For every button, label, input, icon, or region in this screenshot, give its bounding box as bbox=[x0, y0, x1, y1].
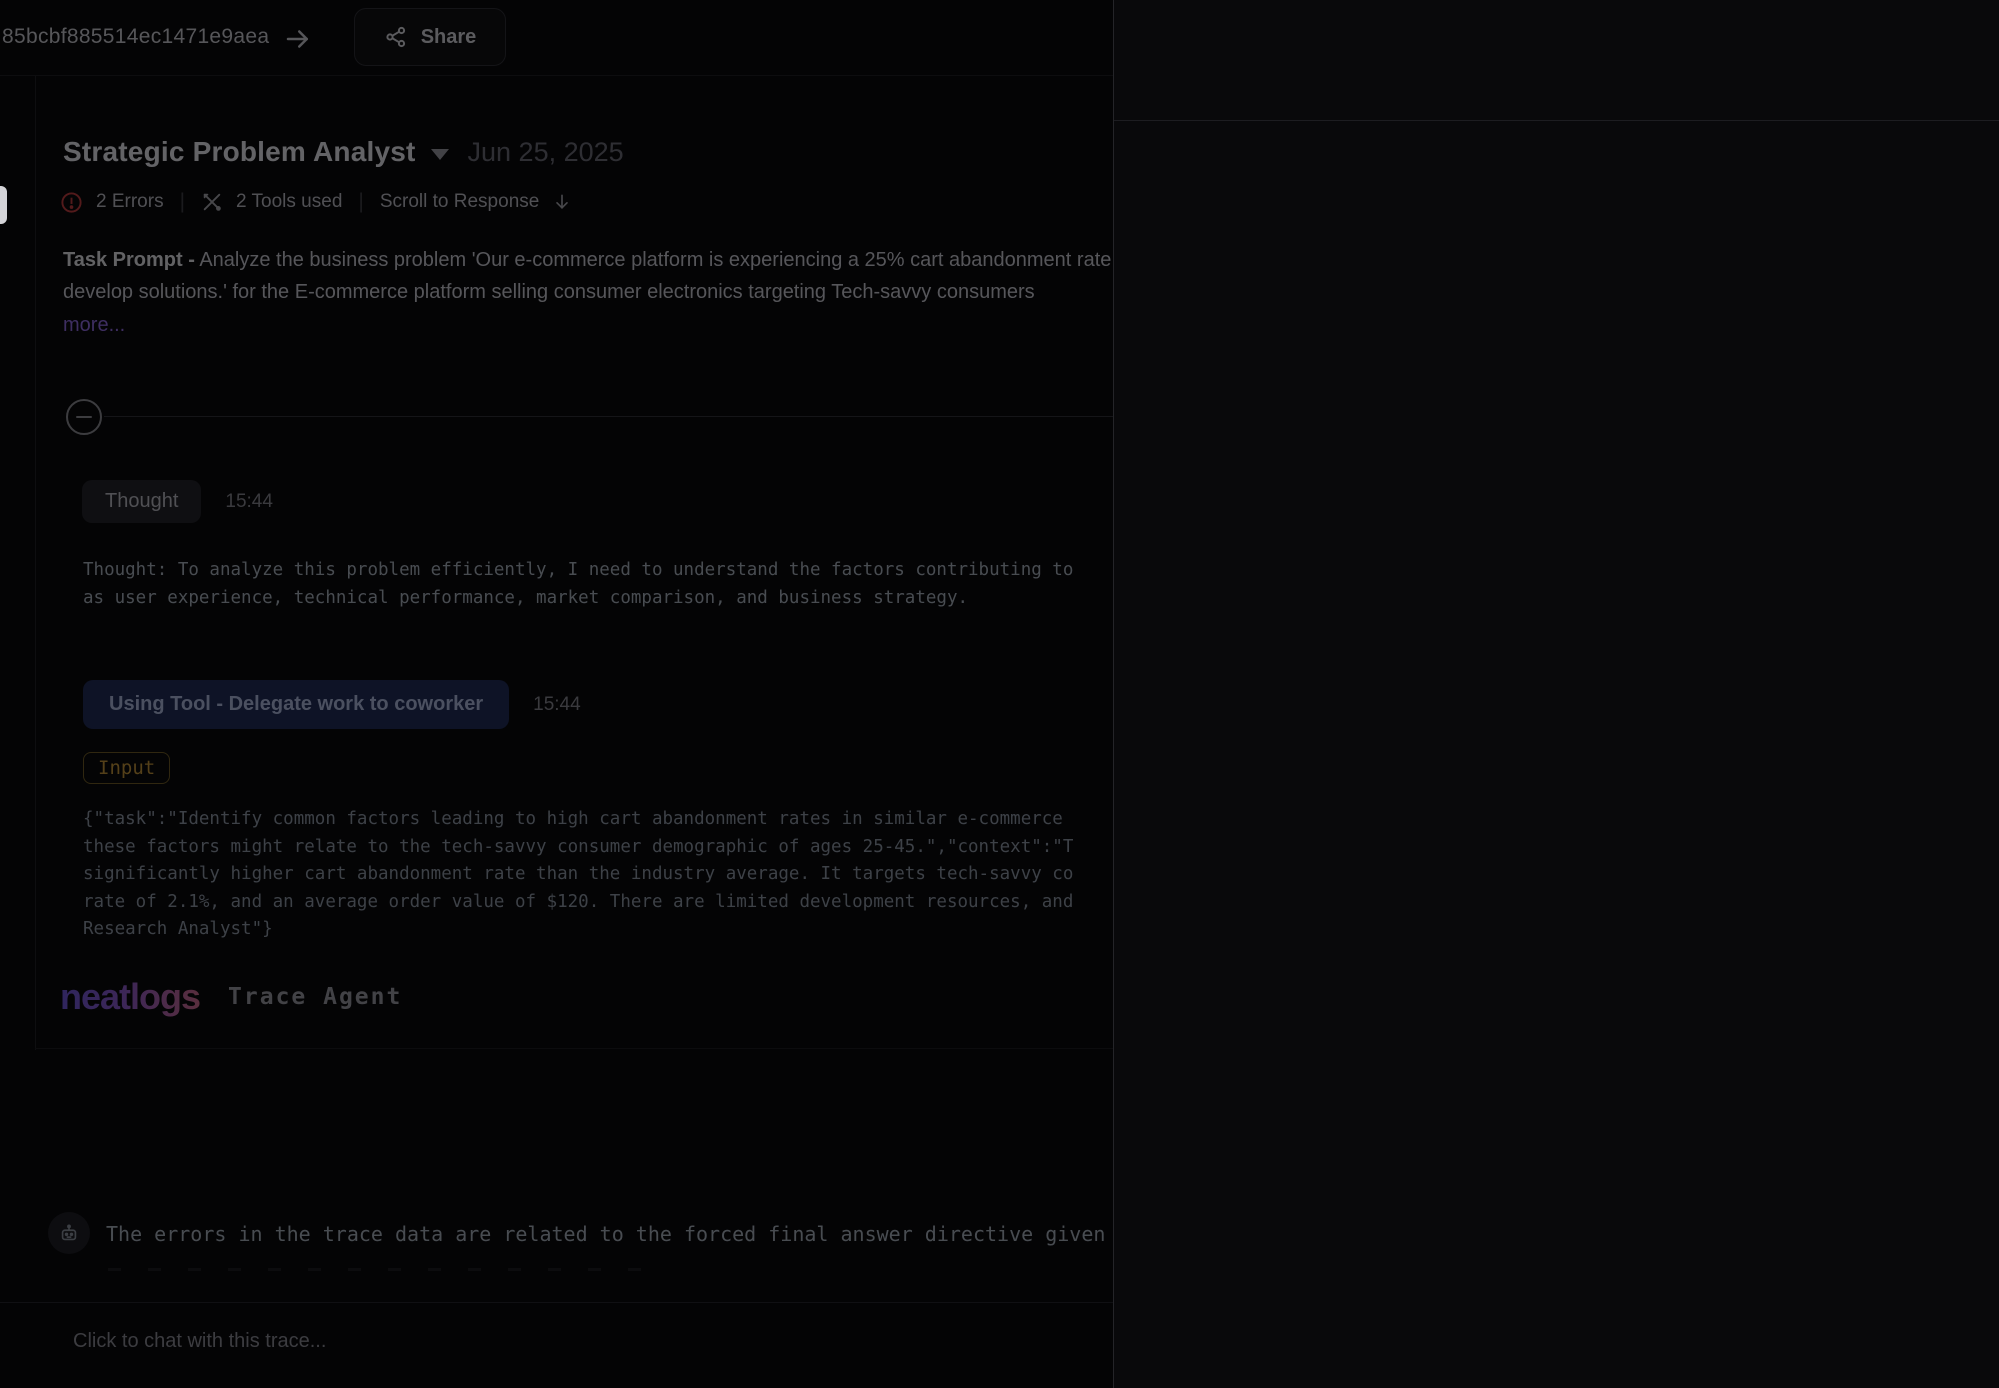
top-bar: 85bcbf885514ec1471e9aea Share bbox=[0, 0, 1113, 76]
thought-line-1: Thought: To analyze this problem efficie… bbox=[83, 556, 1113, 584]
task-prompt-text-1: Analyze the business problem 'Our e-comm… bbox=[199, 249, 1111, 271]
json-line-4: rate of 2.1%, and an average order value… bbox=[83, 889, 1113, 917]
drawer-handle[interactable] bbox=[0, 186, 7, 224]
chat-bar-divider bbox=[0, 1302, 1113, 1303]
tools-count: 2 Tools used bbox=[236, 191, 342, 213]
json-line-3: significantly higher cart abandonment ra… bbox=[83, 861, 1113, 889]
thought-badge[interactable]: Thought bbox=[82, 480, 201, 523]
trace-stats: 2 Errors | 2 Tools used | Scroll to Resp… bbox=[60, 190, 572, 214]
neatlogs-logo: neatlogs bbox=[60, 976, 200, 1018]
share-icon bbox=[384, 25, 408, 49]
json-line-2: these factors might relate to the tech-s… bbox=[83, 834, 1113, 862]
response-divider bbox=[35, 1048, 1113, 1049]
divider: | bbox=[358, 190, 363, 214]
tools-icon bbox=[201, 191, 223, 213]
brand-row: neatlogs Trace Agent bbox=[60, 976, 402, 1018]
trace-view: 85bcbf885514ec1471e9aea Share Strategic … bbox=[0, 0, 1113, 1388]
faded-clipped-text bbox=[108, 1268, 668, 1271]
response-summary: The errors in the trace data are related… bbox=[106, 1222, 1113, 1246]
robot-icon bbox=[48, 1212, 90, 1254]
arrow-right-icon[interactable] bbox=[283, 24, 313, 54]
task-prompt: Task Prompt - Analyze the business probl… bbox=[63, 244, 1113, 308]
tool-input-json: {"task":"Identify common factors leading… bbox=[83, 806, 1113, 944]
timeline-divider bbox=[104, 416, 1113, 417]
input-badge: Input bbox=[83, 752, 170, 784]
error-icon bbox=[60, 191, 83, 214]
errors-count: 2 Errors bbox=[96, 191, 164, 213]
trace-chat-input[interactable]: Click to chat with this trace... bbox=[73, 1330, 326, 1353]
using-tool-badge[interactable]: Using Tool - Delegate work to coworker bbox=[83, 680, 509, 729]
agent-name[interactable]: Strategic Problem Analyst bbox=[63, 136, 416, 168]
scroll-to-response[interactable]: Scroll to Response bbox=[380, 191, 539, 213]
chevron-down-icon[interactable] bbox=[431, 149, 449, 160]
comments-panel: Comments 2 685bcbf885514ec1471e9aea A St… bbox=[1113, 0, 1999, 1388]
thought-timestamp: 15:44 bbox=[225, 491, 273, 513]
tool-step: Using Tool - Delegate work to coworker 1… bbox=[83, 680, 581, 729]
task-prompt-label: Task Prompt - bbox=[63, 249, 195, 271]
minus-icon bbox=[76, 416, 92, 419]
share-label: Share bbox=[421, 26, 477, 49]
thought-step: Thought 15:44 bbox=[82, 480, 273, 523]
task-prompt-text-2: develop solutions.' for the E-commerce p… bbox=[63, 276, 1113, 308]
trace-agent-label: Trace Agent bbox=[228, 984, 402, 1010]
thought-content: Thought: To analyze this problem efficie… bbox=[83, 556, 1113, 612]
more-link[interactable]: more... bbox=[63, 314, 125, 337]
share-button[interactable]: Share bbox=[354, 8, 506, 66]
tool-timestamp: 15:44 bbox=[533, 694, 581, 716]
trace-date: Jun 25, 2025 bbox=[468, 137, 624, 168]
json-line-1: {"task":"Identify common factors leading… bbox=[83, 806, 1113, 834]
app-root: 85bcbf885514ec1471e9aea Share Strategic … bbox=[0, 0, 1999, 1388]
agent-header: Strategic Problem Analyst Jun 25, 2025 bbox=[63, 136, 624, 168]
trace-id-text: 85bcbf885514ec1471e9aea bbox=[2, 25, 269, 49]
thought-line-2: as user experience, technical performanc… bbox=[83, 584, 1113, 612]
trace-card-border bbox=[35, 76, 36, 1050]
comments-header bbox=[1114, 0, 1999, 121]
json-line-5: Research Analyst"} bbox=[83, 916, 1113, 944]
arrow-down-icon bbox=[552, 192, 572, 212]
divider: | bbox=[180, 190, 185, 214]
collapse-section-button[interactable] bbox=[66, 399, 102, 435]
